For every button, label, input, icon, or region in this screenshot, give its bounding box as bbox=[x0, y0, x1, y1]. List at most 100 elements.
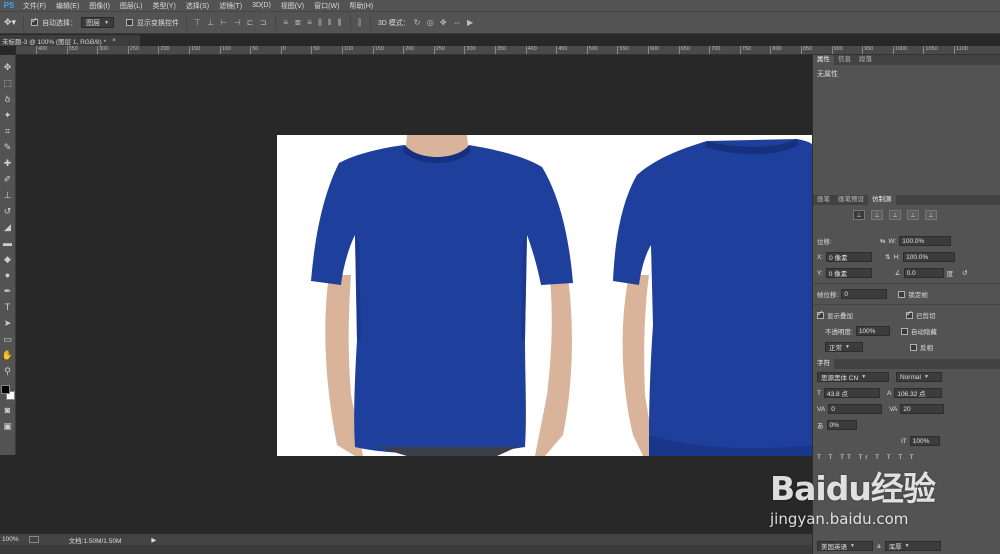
menu-type[interactable]: 类型(Y) bbox=[147, 1, 180, 11]
tracking-icon: VA bbox=[889, 405, 898, 413]
gradient-tool-icon[interactable]: ▬ bbox=[3, 237, 12, 250]
menu-help[interactable]: 帮助(H) bbox=[344, 1, 378, 11]
hand-tool-icon[interactable]: ✋ bbox=[2, 349, 13, 362]
menu-window[interactable]: 窗口(W) bbox=[309, 1, 344, 11]
menu-select[interactable]: 选择(S) bbox=[181, 1, 214, 11]
type-style-buttons-icon[interactable]: T T TT Tr T T T T bbox=[817, 454, 917, 461]
blend-mode-dropdown[interactable]: 正常 ▼ bbox=[825, 342, 863, 352]
blur-tool-icon[interactable]: ◆ bbox=[4, 253, 11, 266]
shape-tool-icon[interactable]: ▭ bbox=[3, 333, 12, 346]
scale-field[interactable]: 0% bbox=[826, 420, 857, 430]
zoom-tool-icon[interactable]: ⚲ bbox=[4, 365, 11, 378]
no-properties-text: 无属性 bbox=[817, 71, 838, 78]
tab-character[interactable]: 字符 bbox=[813, 359, 834, 369]
frame-offset-field[interactable]: 0 bbox=[841, 289, 888, 299]
path-select-tool-icon[interactable]: ➤ bbox=[4, 317, 12, 330]
menu-file[interactable]: 文件(F) bbox=[18, 1, 51, 11]
font-family-dropdown[interactable]: 思源黑体 CN ▼ bbox=[817, 372, 889, 382]
move-tool-icon[interactable]: ✥ bbox=[4, 61, 12, 74]
history-brush-icon[interactable]: ↺ bbox=[4, 205, 12, 218]
font-style-dropdown[interactable]: Normal ▼ bbox=[896, 372, 942, 382]
color-swatches[interactable] bbox=[0, 385, 15, 401]
canvas-area[interactable] bbox=[17, 56, 812, 534]
x-field[interactable]: 0 像素 bbox=[826, 252, 873, 262]
tab-paragraph[interactable]: 段落 bbox=[855, 55, 876, 65]
w-label: W: bbox=[888, 237, 897, 245]
close-icon[interactable]: × bbox=[112, 37, 116, 44]
tab-brush[interactable]: 画笔 bbox=[813, 195, 834, 205]
type-tool-icon[interactable]: T bbox=[5, 301, 11, 314]
show-overlay-checkbox[interactable] bbox=[817, 309, 824, 319]
foreground-color-swatch[interactable] bbox=[0, 385, 10, 394]
clone-source-1-icon[interactable]: ⊥ bbox=[853, 210, 865, 220]
menu-view[interactable]: 视图(V) bbox=[276, 1, 309, 11]
divider bbox=[813, 283, 1000, 284]
vscale-field[interactable]: 100% bbox=[909, 436, 940, 446]
tab-clone-source[interactable]: 仿制源 bbox=[868, 195, 896, 205]
eraser-tool-icon[interactable]: ◢ bbox=[4, 221, 11, 234]
clone-source-4-icon[interactable]: ⊥ bbox=[907, 210, 919, 220]
pen-tool-icon[interactable]: ✒ bbox=[4, 285, 12, 298]
tab-info[interactable]: 信息 bbox=[834, 55, 855, 65]
magic-wand-tool-icon[interactable]: ✦ bbox=[4, 109, 12, 122]
align-buttons-icon[interactable]: ⊤ ⊥ ⊢ ⊣ ⊏ ⊐ bbox=[194, 18, 268, 27]
link-icon[interactable]: ⇆ bbox=[880, 237, 885, 245]
document-canvas[interactable] bbox=[277, 135, 812, 456]
clone-source-2-icon[interactable]: ⊥ bbox=[871, 210, 883, 220]
marquee-tool-icon[interactable]: ⬚ bbox=[3, 77, 12, 90]
auto-select-checkbox[interactable] bbox=[31, 16, 39, 26]
brush-tool-icon[interactable]: ✐ bbox=[4, 173, 12, 186]
antialias-dropdown[interactable]: 浑厚 ▼ bbox=[884, 541, 941, 551]
kerning-field[interactable]: 0 bbox=[828, 404, 883, 414]
auto-select-dropdown[interactable]: 图层 ▼ bbox=[81, 17, 115, 28]
x-label: X: bbox=[817, 253, 824, 261]
menu-layer[interactable]: 图层(L) bbox=[115, 1, 148, 11]
crop-tool-icon[interactable]: ⌗ bbox=[5, 125, 10, 138]
horizontal-ruler[interactable]: 400 350 300 250 200 150 100 50 0 50 100 150 200 250 30… bbox=[16, 46, 1000, 55]
tracking-field[interactable]: 20 bbox=[900, 404, 945, 414]
menu-3d[interactable]: 3D(D) bbox=[247, 2, 276, 9]
clipped-checkbox[interactable] bbox=[906, 309, 913, 319]
invert-checkbox[interactable] bbox=[910, 343, 917, 351]
zoom-level[interactable]: 100% bbox=[2, 536, 19, 543]
w-field[interactable]: 100.0% bbox=[899, 236, 952, 246]
healing-tool-icon[interactable]: ✚ bbox=[4, 157, 12, 170]
tab-properties[interactable]: 属性 bbox=[813, 55, 834, 65]
move-tool-icon[interactable]: ✥▾ bbox=[4, 17, 16, 28]
menu-image[interactable]: 图像(I) bbox=[84, 1, 115, 11]
document-tab[interactable]: 未标题-3 @ 100% (图层 1, RGB/8) * × bbox=[0, 35, 140, 46]
screen-mode-icon[interactable]: ▣ bbox=[3, 420, 12, 433]
show-transform-checkbox[interactable] bbox=[126, 19, 134, 26]
quick-mask-icon[interactable]: ◙ bbox=[5, 404, 10, 417]
stamp-tool-icon[interactable]: ⊥ bbox=[4, 189, 12, 202]
dodge-tool-icon[interactable]: ● bbox=[5, 269, 10, 282]
clone-source-3-icon[interactable]: ⊥ bbox=[889, 210, 901, 220]
status-icon[interactable] bbox=[28, 536, 39, 543]
clone-source-5-icon[interactable]: ⊥ bbox=[925, 210, 937, 220]
menu-edit[interactable]: 编辑(E) bbox=[51, 1, 84, 11]
ruler-tick: 150 bbox=[372, 46, 384, 54]
auto-hide-checkbox[interactable] bbox=[900, 327, 908, 335]
distribute-buttons-icon[interactable]: ≡ ≣ ≡ ⫼ ⫴ ⫼ bbox=[283, 18, 343, 28]
leading-field[interactable]: 106.32 点 bbox=[894, 388, 943, 398]
opacity-field[interactable]: 100% bbox=[855, 326, 890, 336]
font-size-field[interactable]: 43.8 点 bbox=[823, 388, 880, 398]
status-menu-arrow-icon[interactable]: ▶ bbox=[151, 536, 156, 544]
h-field[interactable]: 100.0% bbox=[903, 252, 956, 262]
reset-icon[interactable]: ↺ bbox=[962, 269, 967, 277]
angle-field[interactable]: 0.0 bbox=[903, 268, 944, 278]
lock-frame-checkbox[interactable] bbox=[898, 290, 906, 298]
language-dropdown[interactable]: 美国英语 ▼ bbox=[817, 541, 873, 551]
y-field[interactable]: 0 像素 bbox=[825, 268, 872, 278]
3d-tools-icon[interactable]: ↻ ◎ ✥ ⇔ ▶ bbox=[414, 18, 475, 27]
tshirt-image bbox=[311, 135, 812, 456]
status-bar: 100% 文档:1.50M/1.50M ▶ bbox=[0, 534, 812, 545]
eyedropper-tool-icon[interactable]: ✎ bbox=[4, 141, 12, 154]
lasso-tool-icon[interactable]: ꝺ bbox=[5, 93, 10, 106]
auto-align-icon[interactable]: ⫿ bbox=[358, 18, 363, 28]
ruler-tick: 800 bbox=[770, 46, 782, 54]
flip-icon[interactable]: ⇅ bbox=[885, 253, 890, 261]
menu-filter[interactable]: 滤镜(T) bbox=[214, 1, 247, 11]
ruler-tick: 750 bbox=[739, 46, 751, 54]
tab-brush-presets[interactable]: 画笔预设 bbox=[834, 195, 868, 205]
